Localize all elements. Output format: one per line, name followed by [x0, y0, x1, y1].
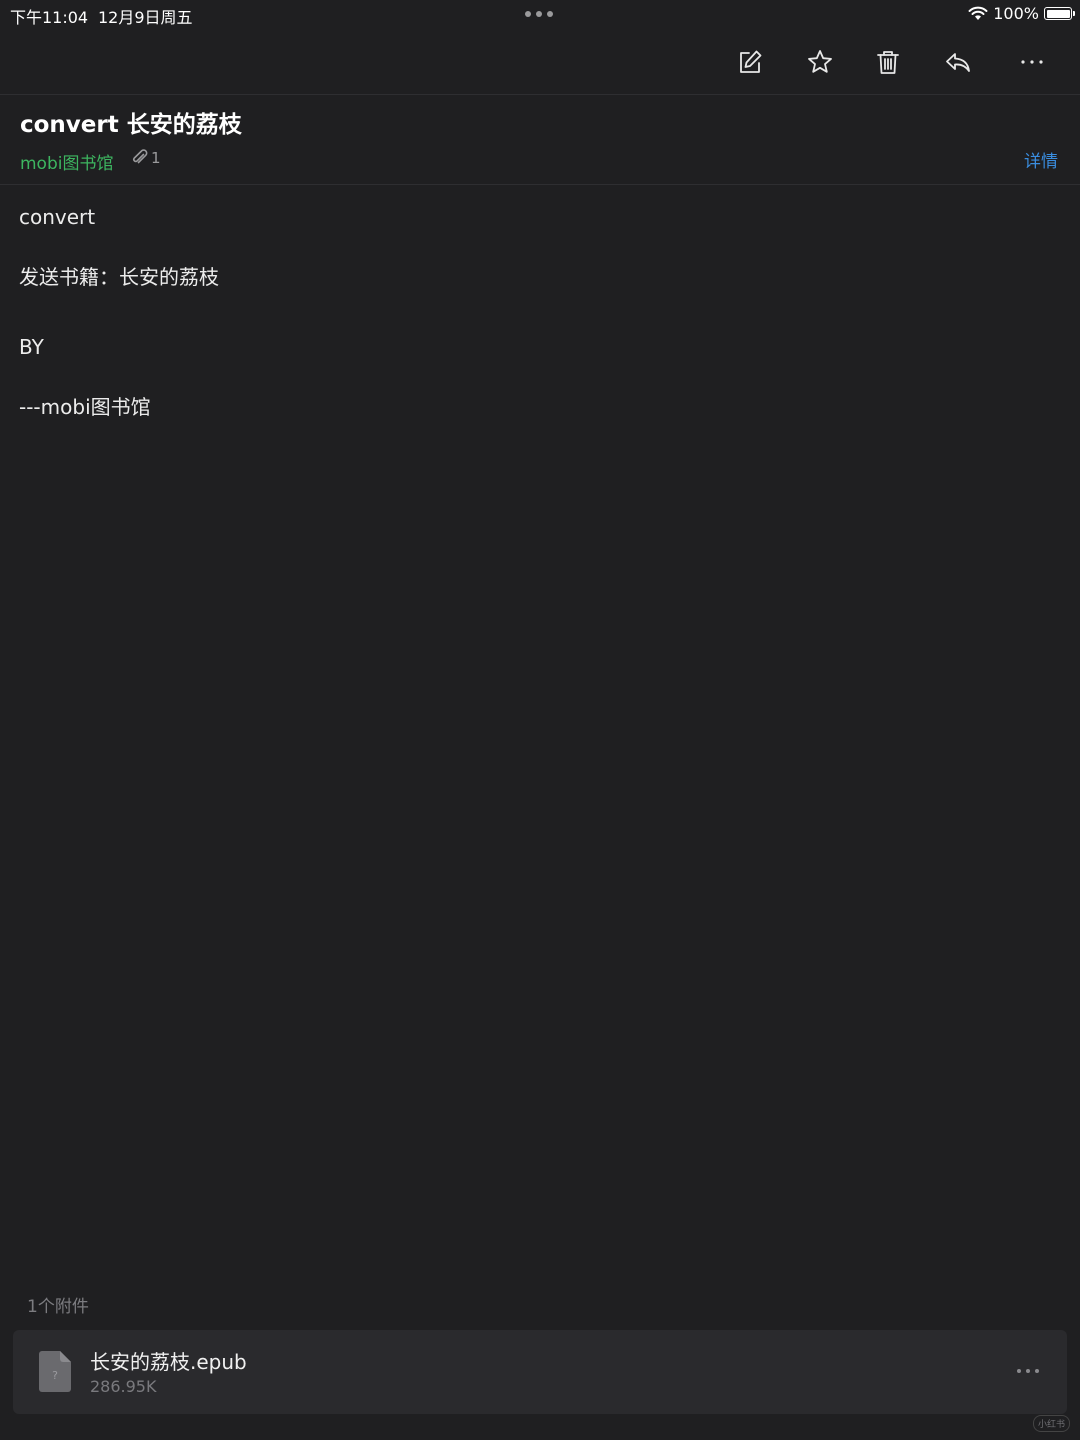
- details-link[interactable]: 详情: [1024, 147, 1058, 172]
- file-icon-glyph: ?: [52, 1369, 58, 1382]
- unknown-file-icon: ?: [39, 1351, 71, 1392]
- status-indicators: 100%: [968, 4, 1075, 23]
- compose-icon: [740, 50, 762, 73]
- more-icon: [1021, 60, 1043, 64]
- delete-button[interactable]: [868, 42, 908, 82]
- attachment-item[interactable]: ? 长安的荔枝.epub 286.95K: [13, 1330, 1067, 1414]
- mail-screen: 下午11:04 12月9日周五 100% convert 长安的荔枝 mobi图…: [0, 0, 1080, 1440]
- attachment-more-button[interactable]: [1013, 1362, 1043, 1382]
- reply-icon: [946, 53, 970, 72]
- sender-name[interactable]: mobi图书馆: [20, 149, 113, 174]
- status-time: 下午11:04: [10, 8, 89, 27]
- multitasking-dots-icon[interactable]: [525, 6, 555, 20]
- body-line: 发送书籍：长安的荔枝: [19, 265, 219, 289]
- star-button[interactable]: [800, 42, 840, 82]
- attachment-filesize: 286.95K: [90, 1377, 157, 1396]
- attachments-header: 1个附件: [27, 1297, 89, 1317]
- paperclip-icon: [133, 149, 148, 164]
- mail-toolbar: [0, 30, 1080, 95]
- trash-icon: [877, 51, 899, 74]
- mail-header: convert 长安的荔枝 mobi图书馆 1 详情: [0, 95, 1080, 185]
- body-line: BY: [19, 335, 44, 359]
- mail-subject: convert 长安的荔枝: [20, 112, 242, 138]
- star-icon: [808, 50, 832, 73]
- wifi-icon: [968, 6, 988, 20]
- compose-button[interactable]: [730, 42, 770, 82]
- watermark-logo: 小红书: [1032, 1415, 1070, 1432]
- attachment-count: 1: [151, 149, 161, 167]
- reply-button[interactable]: [938, 42, 978, 82]
- battery-percent: 100%: [993, 4, 1039, 23]
- status-date: 12月9日周五: [98, 8, 193, 27]
- status-bar: 下午11:04 12月9日周五 100%: [0, 0, 1080, 30]
- more-button[interactable]: [1012, 42, 1052, 82]
- attachment-filename: 长安的荔枝.epub: [90, 1350, 247, 1374]
- battery-icon: [1044, 7, 1075, 20]
- attachment-indicator: 1: [131, 149, 161, 167]
- body-line: ---mobi图书馆: [19, 395, 151, 419]
- body-line: convert: [19, 205, 96, 229]
